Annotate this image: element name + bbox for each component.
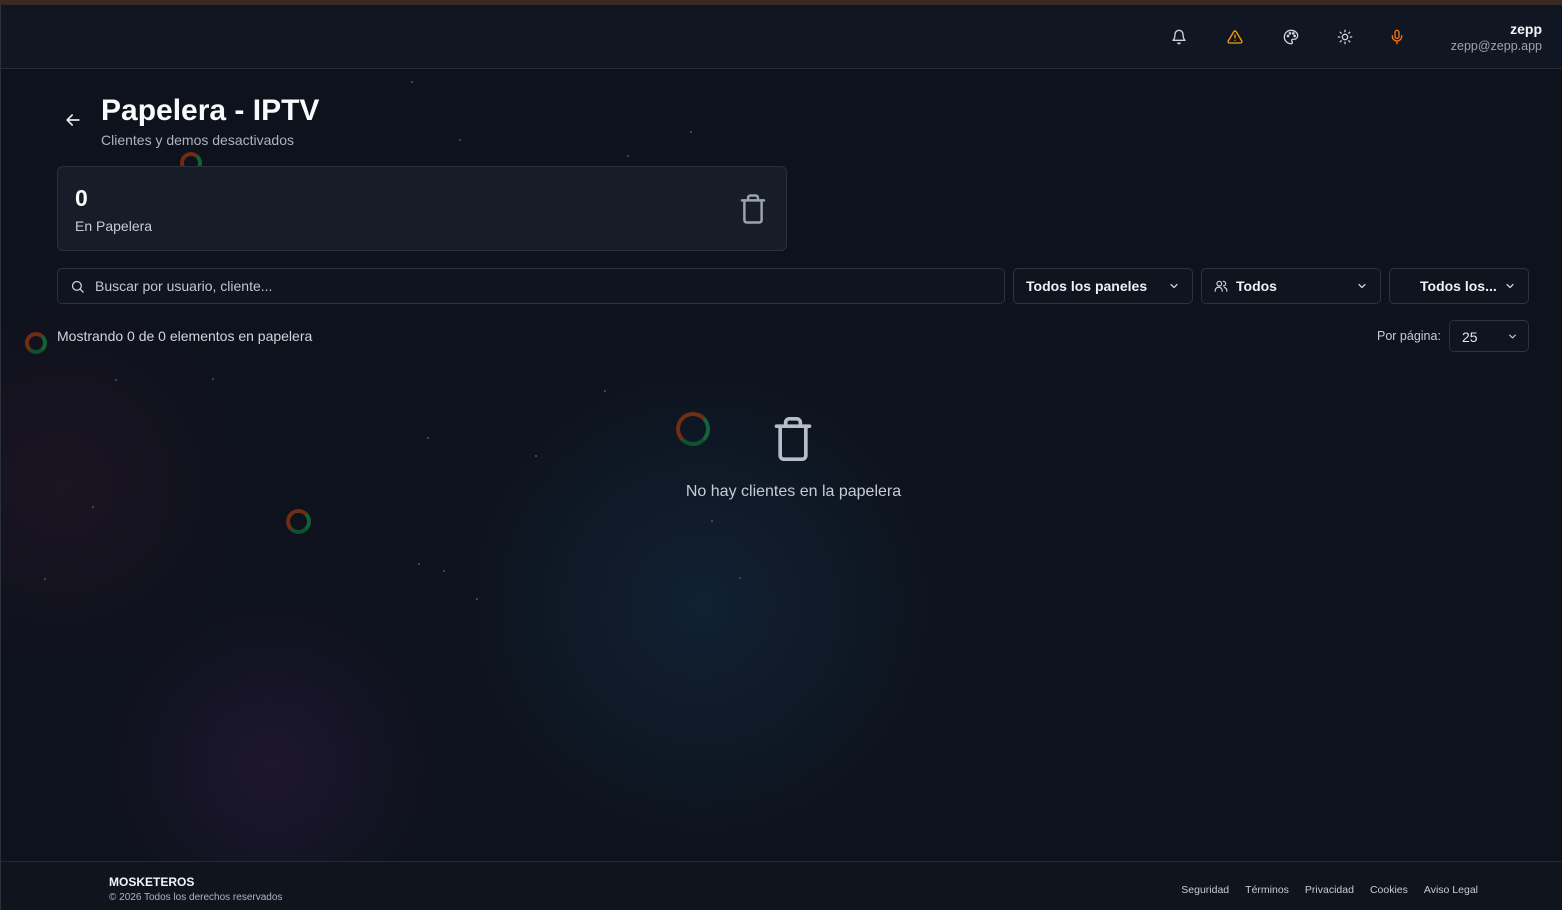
- user-name: zepp: [1510, 21, 1542, 37]
- background-star: [427, 437, 429, 439]
- footer-links: Seguridad Términos Privacidad Cookies Av…: [1181, 884, 1478, 896]
- page-subtitle: Clientes y demos desactivados: [101, 132, 294, 148]
- background-star: [739, 577, 741, 579]
- footer-copyright: © 2026 Todos los derechos reservados: [109, 892, 283, 903]
- search-field[interactable]: [57, 268, 1005, 304]
- background-star: [212, 378, 214, 380]
- per-page-value: 25: [1462, 329, 1478, 345]
- bell-icon[interactable]: [1168, 26, 1190, 48]
- user-filter-value: Todos: [1236, 278, 1277, 294]
- empty-state-message: No hay clientes en la papelera: [685, 483, 902, 500]
- background-star: [443, 570, 445, 572]
- background-star: [690, 131, 692, 133]
- sun-icon[interactable]: [1334, 26, 1356, 48]
- search-input[interactable]: [95, 278, 1004, 294]
- panel-filter-value: Todos los paneles: [1026, 278, 1148, 294]
- user-menu[interactable]: zepp zepp@zepp.app: [1451, 21, 1542, 54]
- chevron-down-icon: [1358, 283, 1366, 289]
- footer-link-legal[interactable]: Aviso Legal: [1424, 884, 1478, 896]
- trash-count-label: En Papelera: [75, 218, 153, 234]
- status-filter-value: Todos los...: [1420, 278, 1497, 294]
- chevron-down-icon: [1509, 334, 1516, 339]
- background-star: [411, 81, 413, 83]
- users-icon: [1214, 280, 1228, 292]
- panel-filter-select[interactable]: Todos los paneles: [1013, 268, 1193, 304]
- status-filter-select[interactable]: Todos los...: [1389, 268, 1529, 304]
- decorative-ring: [286, 509, 311, 534]
- background-star: [418, 563, 420, 565]
- footer-brand: MOSKETEROS: [109, 875, 195, 889]
- trash-count-card: 0 En Papelera: [57, 166, 787, 251]
- background-star: [604, 390, 606, 392]
- user-filter-select[interactable]: Todos: [1201, 268, 1381, 304]
- trash-count-value: 0: [75, 185, 88, 211]
- per-page-select[interactable]: 25: [1449, 320, 1529, 352]
- palette-icon[interactable]: [1280, 26, 1302, 48]
- user-email: zepp@zepp.app: [1450, 39, 1542, 53]
- decorative-ring: [25, 332, 47, 354]
- background-star: [44, 578, 46, 580]
- background-star: [476, 598, 478, 600]
- background-star: [627, 155, 629, 157]
- search-icon: [71, 280, 84, 293]
- warning-icon[interactable]: [1224, 26, 1246, 48]
- back-arrow-icon[interactable]: [63, 110, 83, 130]
- microphone-icon[interactable]: [1386, 26, 1408, 48]
- background-star: [535, 455, 537, 457]
- top-bar: zepp zepp@zepp.app: [1, 5, 1562, 69]
- background-star: [115, 379, 117, 381]
- background-star: [711, 520, 713, 522]
- footer: MOSKETEROS © 2026 Todos los derechos res…: [1, 861, 1562, 910]
- decorative-ring: [676, 412, 710, 446]
- per-page-label: Por página:: [1377, 329, 1441, 343]
- footer-link-security[interactable]: Seguridad: [1181, 884, 1229, 896]
- app-window: zepp zepp@zepp.app Papelera - IPTV Clien…: [0, 5, 1562, 910]
- trash-icon: [774, 417, 812, 461]
- footer-link-cookies[interactable]: Cookies: [1370, 884, 1408, 896]
- trash-icon: [740, 194, 766, 224]
- footer-link-privacy[interactable]: Privacidad: [1305, 884, 1354, 896]
- page-title: Papelera - IPTV: [101, 94, 320, 127]
- chevron-down-icon: [1170, 283, 1178, 289]
- results-summary: Mostrando 0 de 0 elementos en papelera: [57, 328, 313, 344]
- background-star: [92, 506, 94, 508]
- background-star: [459, 139, 461, 141]
- chevron-down-icon: [1506, 283, 1514, 289]
- footer-link-terms[interactable]: Términos: [1245, 884, 1289, 896]
